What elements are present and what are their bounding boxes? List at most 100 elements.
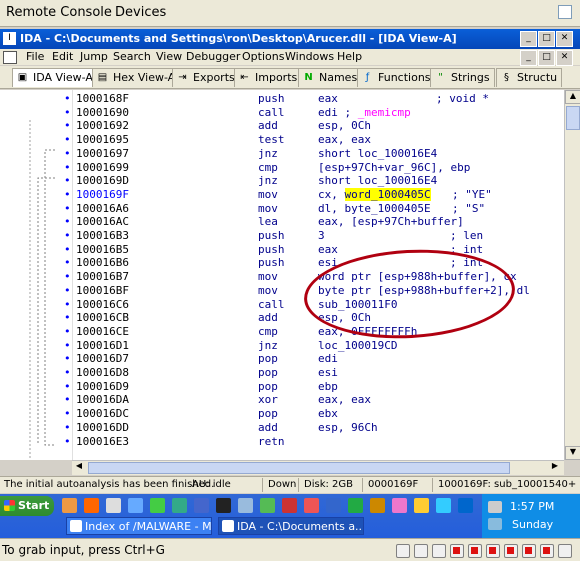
device-status-icon[interactable] [432,544,446,558]
code-line[interactable]: • 100016DA xor eax, eax [0,393,560,406]
code-line[interactable]: • 100016E3 retn [0,435,560,448]
tab-structures[interactable]: § Structu [496,68,563,87]
quicklaunch-app-icon[interactable] [370,498,385,513]
device-status-icon[interactable] [558,544,572,558]
menu-jump[interactable]: Jump [80,50,108,63]
quicklaunch-terminal-icon[interactable] [106,498,121,513]
operand-register: cx, [318,187,345,201]
quicklaunch-app-icon[interactable] [150,498,165,513]
code-line[interactable]: • 10001699 cmp [esp+97Ch+var_96C], ebp [0,161,560,174]
vertical-scrollbar[interactable]: ▲ ▼ [564,90,580,460]
clock-time[interactable]: 1:57 PM [510,500,554,513]
code-line[interactable]: • 100016B5 push eax; int [0,243,560,256]
tab-names[interactable]: N Names [298,68,363,87]
tab-imports[interactable]: ⇤ Imports [234,68,303,87]
task-label: IDA - C:\Documents a... [237,520,364,533]
device-status-icon[interactable] [468,544,482,558]
tab-hex-view[interactable]: ▤ Hex View-A [92,68,181,87]
scroll-left-icon[interactable]: ◀ [72,461,86,474]
tab-ida-view[interactable]: ▣ IDA View-A [12,68,98,87]
child-close-icon[interactable]: ✕ [556,50,573,66]
quicklaunch-app-icon[interactable] [326,498,341,513]
code-line[interactable]: • 100016DD add esp, 96Ch [0,421,560,434]
code-mnemonic: add [258,311,278,325]
scroll-up-icon[interactable]: ▲ [565,90,580,104]
tab-strings[interactable]: " Strings [430,68,495,87]
quicklaunch-app-icon[interactable] [392,498,407,513]
tab-functions[interactable]: ƒ Functions [357,68,436,87]
device-status-icon[interactable] [540,544,554,558]
code-address: 100016C6 [76,297,129,311]
line-bullet-icon: • [64,201,71,215]
code-line[interactable]: • 10001690 call edi ; _memicmp [0,106,560,119]
tab-exports[interactable]: ⇥ Exports [172,68,240,87]
code-line[interactable]: • 10001695 test eax, eax [0,133,560,146]
menu-search[interactable]: Search [113,50,151,63]
menu-debugger[interactable]: Debugger [186,50,240,63]
task-browser[interactable]: Index of /MALWARE - M... [66,517,212,535]
code-line[interactable]: • 100016B3 push 3 ; len [0,229,560,242]
code-line[interactable]: • 1000169F mov cx, word_1000405C ; "YE" [0,187,560,201]
menu-devices[interactable]: Devices [115,5,166,20]
menu-windows[interactable]: Windows [285,50,334,63]
highlighted-symbol[interactable]: word_1000405C [344,187,431,201]
quicklaunch-app-icon[interactable] [194,498,209,513]
menu-view[interactable]: View [156,50,182,63]
code-line[interactable]: • 10001692 add esp, 0Ch [0,119,560,132]
import-symbol[interactable]: _memicmp [358,106,411,119]
disassembly-view[interactable]: • 1000168F push eax ; void * • 10001690 call edi… [0,90,580,460]
quicklaunch-app-icon[interactable] [282,498,297,513]
device-status-icon[interactable] [504,544,518,558]
code-line[interactable]: • 100016D7 pop edi [0,352,560,365]
task-ida[interactable]: IDA - C:\Documents a... [218,517,364,535]
quicklaunch-firefox-icon[interactable] [84,498,99,513]
code-line[interactable]: • 100016CE cmp eax, 0FFFFFFFFh [0,325,560,338]
horizontal-scrollbar[interactable]: ◀ ▶ [72,460,564,475]
start-label: Start [18,499,50,512]
menu-options[interactable]: Options [242,50,284,63]
code-line[interactable]: • 100016DC pop ebx [0,407,560,420]
document-icon[interactable] [3,51,17,64]
quicklaunch-app-icon[interactable] [304,498,319,513]
device-status-icon[interactable] [522,544,536,558]
horizontal-scroll-thumb[interactable] [88,462,510,474]
quicklaunch-app-icon[interactable] [458,498,473,513]
device-status-icon[interactable] [396,544,410,558]
code-line[interactable]: • 10001697 jnz short loc_100016E4 [0,147,560,160]
vertical-scroll-thumb[interactable] [566,106,580,130]
code-line[interactable]: • 100016A6 mov dl, byte_1000405E ; "S" [0,202,560,215]
maximize-icon[interactable]: □ [538,31,555,47]
minimize-icon[interactable]: _ [520,31,537,47]
menu-help[interactable]: Help [337,50,362,63]
quicklaunch-explorer-icon[interactable] [128,498,143,513]
start-button[interactable]: Start [0,496,54,516]
quicklaunch-app-icon[interactable] [348,498,363,513]
network-icon[interactable] [488,501,502,513]
scroll-down-icon[interactable]: ▼ [565,446,580,460]
close-icon[interactable]: ✕ [556,31,573,47]
code-line[interactable]: • 100016D1 jnz loc_100019CD [0,339,560,352]
code-line[interactable]: • 100016D8 pop esi [0,366,560,379]
menu-file[interactable]: File [26,50,44,63]
device-status-icon[interactable] [414,544,428,558]
menu-remote-console[interactable]: Remote Console [6,5,112,20]
fullscreen-icon[interactable] [558,5,572,19]
code-line[interactable]: • 1000169D jnz short loc_100016E4 [0,174,560,187]
quicklaunch-app-icon[interactable] [260,498,275,513]
quicklaunch-app-icon[interactable] [216,498,231,513]
quicklaunch-app-icon[interactable] [414,498,429,513]
scroll-right-icon[interactable]: ▶ [548,461,562,474]
child-minimize-icon[interactable]: _ [520,50,537,66]
menu-edit[interactable]: Edit [52,50,73,63]
quicklaunch-app-icon[interactable] [172,498,187,513]
code-line[interactable]: • 100016AC lea eax, [esp+97Ch+buffer] [0,215,560,228]
code-line[interactable]: • 100016D9 pop ebp [0,380,560,393]
quicklaunch-browser-icon[interactable] [62,498,77,513]
code-line[interactable]: • 1000168F push eax ; void * [0,92,560,105]
device-status-icon[interactable] [486,544,500,558]
child-maximize-icon[interactable]: □ [538,50,555,66]
quicklaunch-app-icon[interactable] [436,498,451,513]
tray-app-icon[interactable] [488,518,502,530]
device-status-icon[interactable] [450,544,464,558]
quicklaunch-app-icon[interactable] [238,498,253,513]
